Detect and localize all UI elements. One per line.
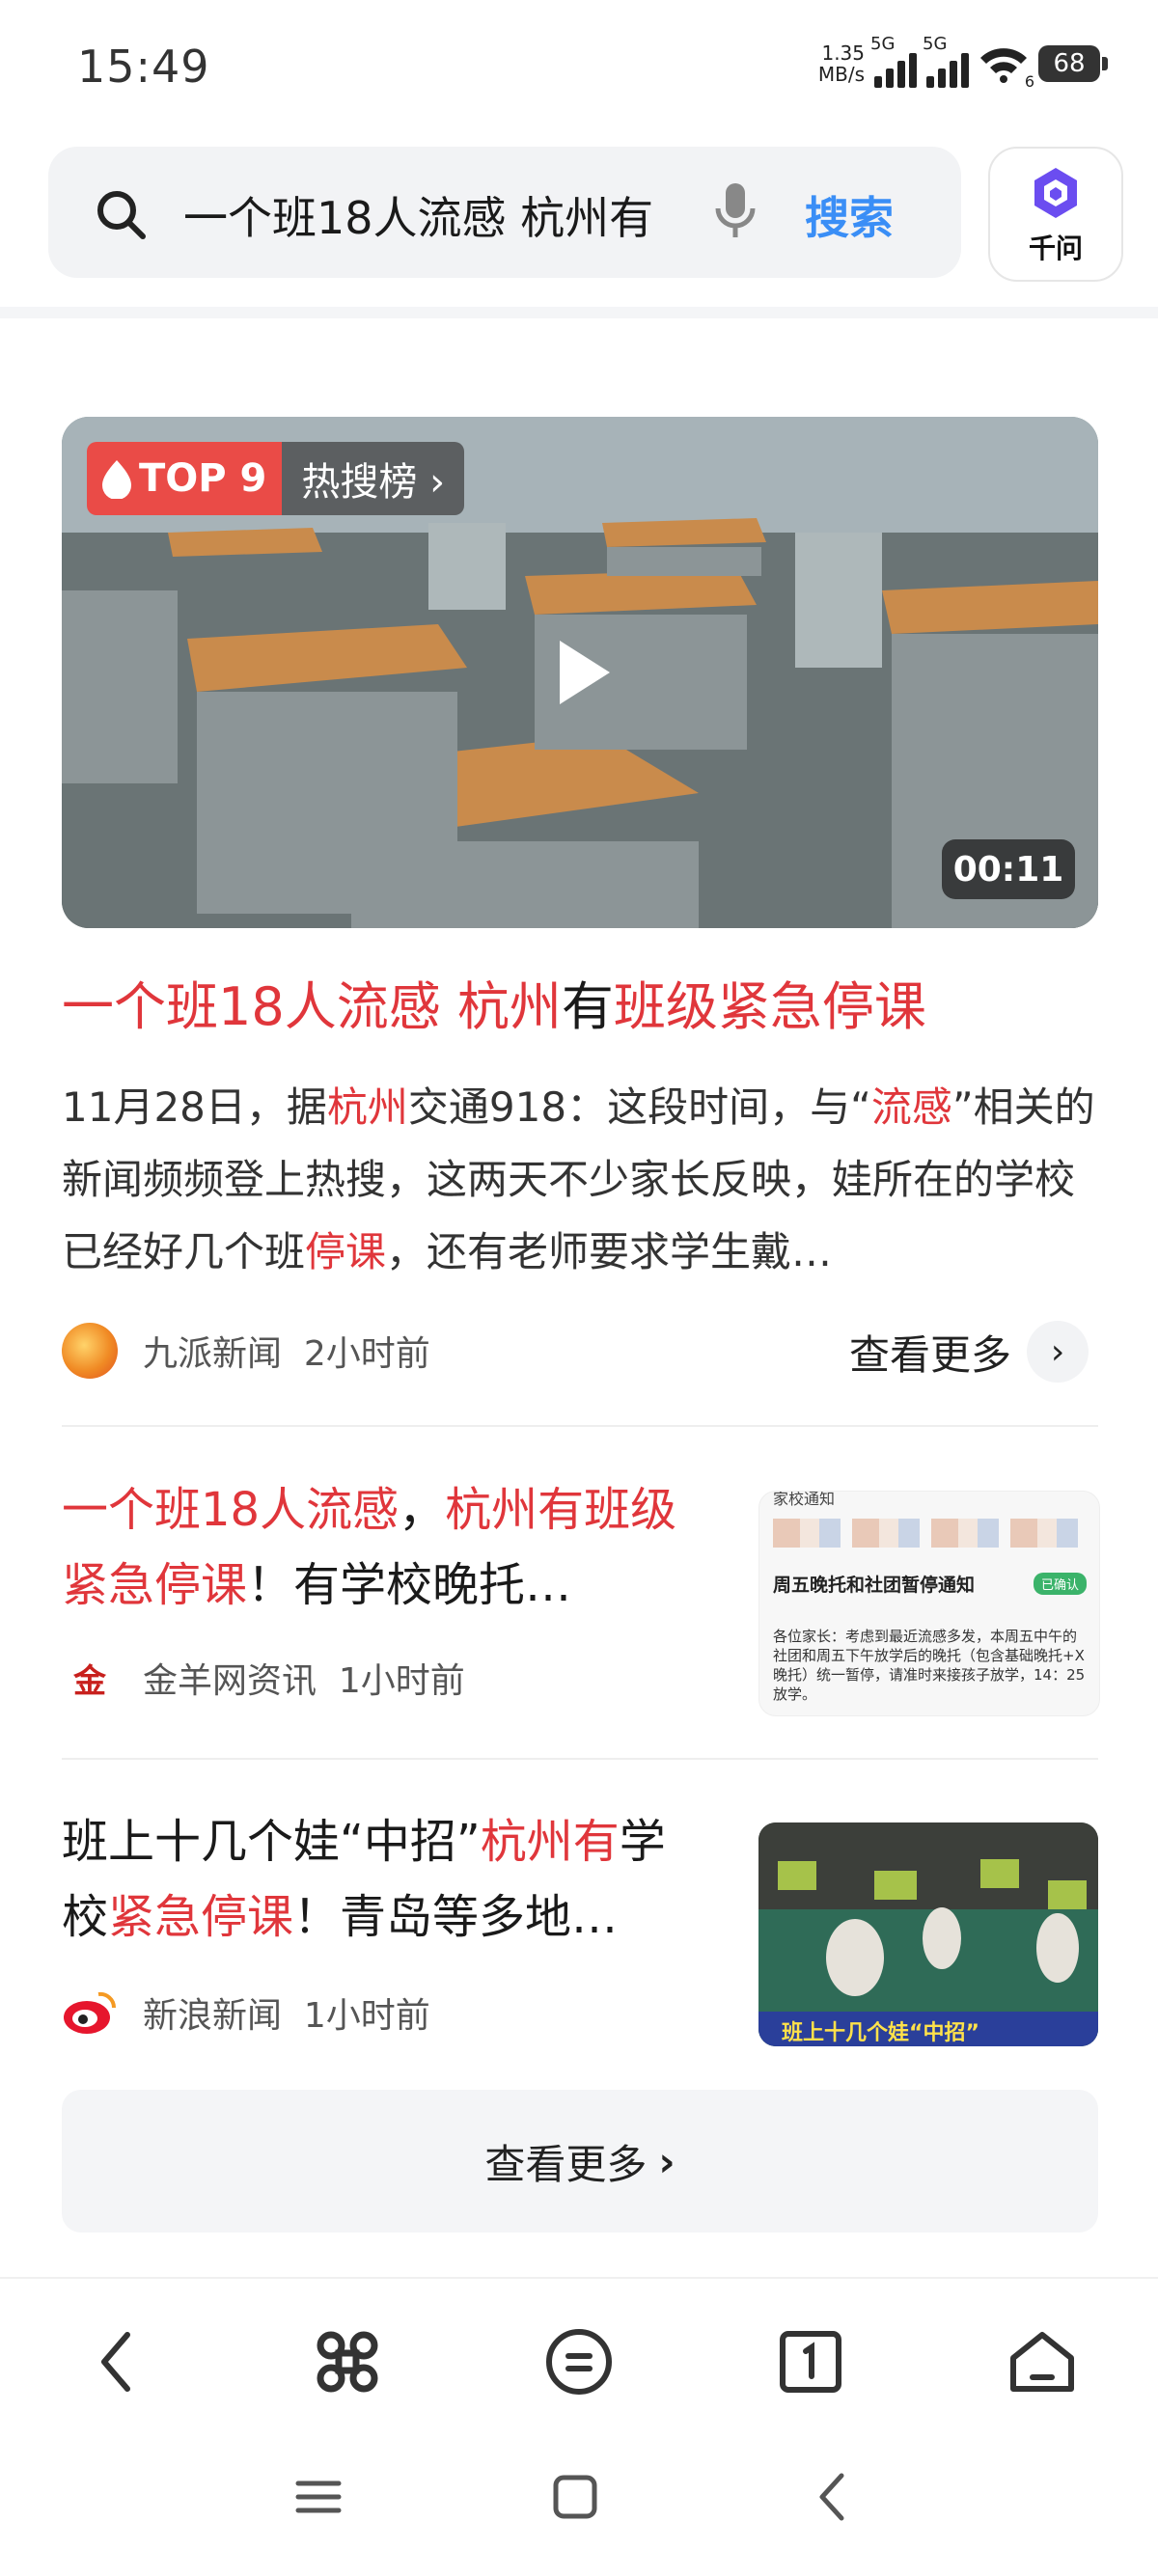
command-icon[interactable]: [301, 2316, 394, 2408]
divider: [62, 1425, 1098, 1427]
wifi-sub: 6: [1024, 72, 1034, 91]
source-row: 九派新闻 2小时前: [62, 1323, 430, 1379]
time-ago: 2小时前: [303, 1334, 430, 1374]
title-highlight: 一个班18人流感 杭州: [62, 976, 562, 1037]
desc-text: 11月28日，据: [62, 1083, 327, 1131]
weibo-logo-icon: [62, 1985, 118, 2041]
menu-icon[interactable]: [533, 2316, 625, 2408]
signal-icon-1: 5G: [870, 34, 917, 88]
thumb-blur-row: [773, 1519, 1082, 1548]
flame-icon: [102, 460, 131, 499]
title-highlight: 杭州有: [480, 1815, 620, 1869]
hot-search-board-link[interactable]: 热搜榜 ›: [282, 442, 465, 515]
tabs-icon[interactable]: [764, 2316, 857, 2408]
thumb-badge: 已确认: [1034, 1573, 1088, 1595]
search-icon: [95, 188, 149, 246]
signal-type-2: 5G: [923, 34, 948, 54]
title-highlight: 班级紧急停课: [613, 976, 926, 1037]
news-source[interactable]: 九派新闻 2小时前: [143, 1326, 430, 1376]
signal-type-1: 5G: [870, 34, 896, 54]
search-button[interactable]: 搜索: [805, 183, 894, 247]
bottom-nav-divider: [0, 2277, 1158, 2279]
see-more-label: 查看更多: [484, 2140, 648, 2188]
source-name: 金羊网资讯: [143, 1661, 317, 1701]
title-highlight: 紧急停课: [108, 1890, 294, 1944]
rank-tag: TOP 9: [87, 442, 283, 515]
source-name: 新浪新闻: [143, 1996, 283, 2036]
play-icon[interactable]: [556, 637, 614, 712]
desc-highlight: 流感: [870, 1083, 952, 1131]
video-card-description[interactable]: 11月28日，据杭州交通918：这段时间，与“流感”相关的新闻频频登上热搜，这两…: [62, 1071, 1098, 1288]
classroom-scene-image: [758, 1822, 1098, 2046]
video-card-title[interactable]: 一个班18人流感 杭州有班级紧急停课: [62, 971, 926, 1044]
wifi-icon: 6: [979, 44, 1034, 91]
net-speed-unit: MB/s: [817, 63, 865, 86]
section-divider: [0, 307, 1158, 318]
news-source[interactable]: 新浪新闻 1小时前: [143, 1987, 430, 2038]
thumb-caption: 班上十几个娃“中招”: [782, 2021, 979, 2045]
chevron-right-icon: ›: [1027, 1321, 1089, 1383]
see-more-link[interactable]: 查看更多 ›: [849, 1321, 1089, 1383]
desc-text: ，还有老师要求学生戴…: [386, 1228, 833, 1275]
qianwen-button[interactable]: 千问: [988, 147, 1123, 282]
news-source[interactable]: 金羊网资讯 1小时前: [143, 1653, 465, 1703]
recent-apps-icon[interactable]: [280, 2458, 357, 2535]
title-highlight: 一个班18人流感: [62, 1483, 400, 1537]
desc-highlight: 杭州: [326, 1083, 408, 1131]
search-input[interactable]: 一个班18人流感 杭州有: [183, 183, 685, 247]
status-icons: 1.35 MB/s 5G 5G 6 68: [818, 34, 1108, 91]
net-speed-value: 1.35: [821, 41, 865, 65]
see-more-button[interactable]: 查看更多 ›: [62, 2090, 1098, 2233]
see-more-label: 查看更多: [849, 1330, 1012, 1379]
title-text: ，: [399, 1483, 446, 1537]
title-text: 有: [561, 976, 614, 1037]
source-name: 九派新闻: [143, 1334, 283, 1374]
system-back-icon[interactable]: [793, 2458, 870, 2535]
qianwen-logo-icon: [1034, 168, 1077, 218]
thumb-header: 家校通知: [773, 1491, 836, 1508]
status-time: 15:49: [77, 41, 210, 93]
signal-icon-2: 5G: [923, 34, 969, 88]
microphone-icon[interactable]: [712, 181, 758, 245]
thumb-heading: 周五晚托和社团暂停通知: [773, 1575, 976, 1596]
time-ago: 1小时前: [303, 1996, 430, 2036]
time-ago: 1小时前: [338, 1661, 465, 1701]
rank-label: TOP 9: [139, 456, 267, 501]
news-item-title[interactable]: 一个班18人流感，杭州有班级紧急停课！有学校晚托…: [62, 1472, 699, 1623]
title-text: ！青岛等多地…: [293, 1890, 619, 1944]
title-text: ！有学校晚托…: [247, 1558, 572, 1612]
thumb-body: 各位家长：考虑到最近流感多发，本周五中午的社团和周五下午放学后的晚托（包含基础晚…: [773, 1628, 1086, 1703]
news-item-title[interactable]: 班上十几个娃“中招”杭州有学校紧急停课！青岛等多地…: [62, 1804, 699, 1955]
desc-text: 交通918：这段时间，与“: [407, 1083, 871, 1131]
title-text: 班上十几个娃“中招”: [62, 1815, 481, 1869]
jiupai-logo-icon: [62, 1323, 118, 1379]
video-duration: 00:11: [942, 839, 1075, 899]
home-square-icon[interactable]: [537, 2458, 614, 2535]
chevron-right-icon: ›: [658, 2137, 676, 2185]
battery-icon: 68: [1038, 45, 1108, 82]
source-row: 新浪新闻 1小时前: [62, 1985, 430, 2041]
jinyang-logo-icon: 金: [62, 1650, 118, 1706]
net-speed: 1.35 MB/s: [818, 42, 865, 85]
qianwen-label: 千问: [1028, 233, 1083, 264]
back-icon[interactable]: [69, 2316, 162, 2408]
home-icon[interactable]: [996, 2316, 1089, 2408]
desc-highlight: 停课: [305, 1228, 387, 1275]
hot-search-badge[interactable]: TOP 9 热搜榜 ›: [87, 442, 465, 515]
news-thumbnail[interactable]: 班上十几个娃“中招”: [758, 1822, 1098, 2046]
source-row: 金 金羊网资讯 1小时前: [62, 1650, 465, 1706]
divider: [62, 1758, 1098, 1760]
news-thumbnail[interactable]: 家校通知 周五晚托和社团暂停通知 已确认 各位家长：考虑到最近流感多发，本周五中…: [758, 1491, 1100, 1716]
